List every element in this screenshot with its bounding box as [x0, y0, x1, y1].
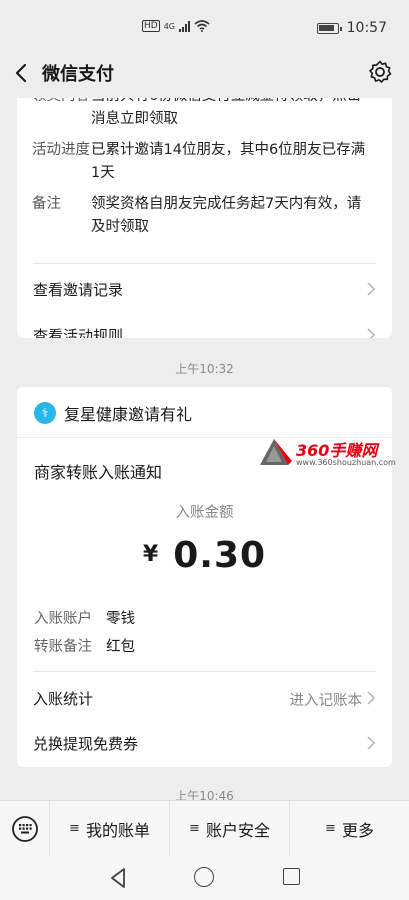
message-timestamp: 上午10:32	[175, 362, 234, 376]
chevron-right-icon	[367, 282, 376, 296]
detail-label: 领奖内容	[17, 98, 91, 131]
detail-label: 入账账户	[34, 611, 92, 627]
divider	[33, 263, 376, 264]
detail-row-progress: 活动进度 已累计邀请14位朋友，其中6位朋友已存满1天	[17, 139, 392, 185]
chevron-right-icon	[367, 736, 376, 750]
hd-icon: HD	[142, 20, 160, 32]
nav-back-icon[interactable]	[108, 867, 128, 889]
link-label: 入账统计	[33, 689, 94, 708]
link-label: 查看邀请记录	[33, 280, 124, 299]
menu-more[interactable]: ≡ 更多	[290, 801, 409, 857]
nav-home-icon[interactable]	[194, 867, 214, 887]
detail-value: 领奖资格自朋友完成任务起7天内有效，请及时领取	[91, 196, 362, 235]
battery-icon	[316, 22, 342, 34]
view-invite-records-link[interactable]: 查看邀请记录	[17, 266, 392, 312]
watermark-logo-icon	[260, 439, 292, 465]
income-stats-link[interactable]: 入账统计 进入记账本	[17, 675, 392, 721]
detail-value: 已累计邀请14位朋友，其中6位朋友已存满1天	[91, 142, 366, 181]
notice-title: 商家转账入账通知	[34, 463, 163, 482]
merchant-name: 复星健康邀请有礼	[64, 405, 193, 424]
page-title: 微信支付	[42, 64, 114, 85]
amount-label: 入账金额	[175, 505, 234, 521]
signal-group: HD 4G	[142, 20, 210, 32]
detail-row-account: 入账账户 零钱	[34, 607, 135, 628]
redeem-coupon-link[interactable]: 兑换提现免费券	[17, 720, 392, 766]
menu-my-bills[interactable]: ≡ 我的账单	[50, 800, 170, 857]
clock: 10:57	[346, 20, 387, 36]
menu-label: 账户安全	[205, 820, 270, 840]
detail-value: 当前共有6份微信支付立减金待领取，点击消息立即领取	[91, 98, 361, 127]
menu-label: 更多	[341, 820, 374, 840]
amount-value: 0.30	[173, 535, 267, 576]
detail-label: 活动进度	[32, 142, 90, 158]
signal-icon	[179, 20, 190, 32]
merchant-header: ⚕ 复星健康邀请有礼	[34, 401, 192, 425]
view-activity-rules-link[interactable]: 查看活动规则	[17, 312, 392, 338]
menu-account-security[interactable]: ≡ 账户安全	[170, 800, 290, 857]
ledger-link[interactable]: 进入记账本	[290, 689, 363, 710]
detail-label: 备注	[32, 196, 61, 212]
title-bar: 微信支付	[0, 48, 409, 98]
detail-value: 零钱	[106, 611, 135, 627]
chevron-right-icon	[367, 691, 376, 705]
back-icon[interactable]	[10, 60, 34, 86]
link-label: 查看活动规则	[33, 326, 124, 339]
menu-icon: ≡	[69, 821, 80, 836]
system-nav-bar	[0, 856, 409, 900]
wifi-icon	[194, 20, 210, 32]
keyboard-toggle-button[interactable]	[0, 800, 50, 857]
link-label: 兑换提现免费券	[33, 734, 139, 753]
gear-icon[interactable]	[367, 59, 393, 85]
detail-value: 红包	[106, 639, 135, 655]
watermark-url: www.360shouzhuan.com	[296, 458, 396, 467]
bottom-menu: ≡ 我的账单 ≡ 账户安全 ≡ 更多	[0, 800, 409, 857]
menu-icon: ≡	[189, 821, 200, 836]
status-bar: HD 4G 10:57	[0, 0, 409, 48]
keyboard-icon	[11, 815, 38, 842]
merchant-logo-icon: ⚕	[34, 402, 56, 424]
network-type: 4G	[163, 21, 175, 31]
detail-label: 转账备注	[34, 639, 92, 655]
menu-label: 我的账单	[85, 820, 150, 840]
detail-row-reward: 领奖内容 当前共有6份微信支付立减金待领取，点击消息立即领取	[17, 98, 392, 131]
watermark: 360手赚网 www.360shouzhuan.com	[258, 437, 409, 467]
detail-row-remark: 转账备注 红包	[34, 635, 135, 656]
amount: ¥0.30	[17, 535, 392, 576]
menu-icon: ≡	[325, 821, 336, 836]
divider	[33, 671, 376, 672]
chevron-right-icon	[367, 328, 376, 338]
detail-row-remark: 备注 领奖资格自朋友完成任务起7天内有效，请及时领取	[17, 193, 392, 239]
currency-symbol: ¥	[142, 542, 160, 567]
nav-recent-apps-icon[interactable]	[283, 868, 300, 885]
invite-activity-card: 领奖内容 当前共有6份微信支付立减金待领取，点击消息立即领取 活动进度 已累计邀…	[17, 98, 392, 338]
